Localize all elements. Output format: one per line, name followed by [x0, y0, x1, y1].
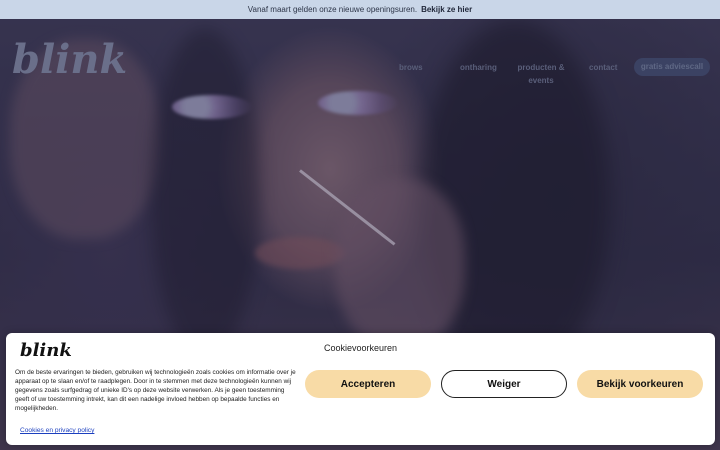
privacy-policy-link[interactable]: Cookies en privacy policy [20, 427, 94, 434]
cookie-title: Cookievoorkeuren [323, 343, 398, 353]
nav-item-producten-events[interactable]: producten & events [516, 61, 566, 87]
nav-item-brows[interactable]: brows [399, 61, 423, 74]
announcement-text: Vanaf maart gelden onze nieuwe openingsu… [247, 5, 418, 14]
cookie-consent-banner: blink Cookievoorkeuren Om de beste ervar… [6, 333, 715, 445]
free-advice-call-button[interactable]: gratis adviescall [634, 58, 710, 76]
deny-cookies-button[interactable]: Weiger [441, 370, 567, 398]
main-nav: brows ontharing producten & events conta… [0, 58, 720, 88]
cookie-description: Om de beste ervaringen te bieden, gebrui… [15, 369, 296, 413]
accept-cookies-button[interactable]: Accepteren [305, 370, 431, 398]
announcement-link[interactable]: Bekijk ze hier [421, 5, 472, 14]
nav-item-contact[interactable]: contact [589, 61, 617, 74]
nav-item-ontharing[interactable]: ontharing [460, 61, 497, 74]
view-preferences-button[interactable]: Bekijk voorkeuren [577, 370, 703, 398]
announcement-bar: Vanaf maart gelden onze nieuwe openingsu… [0, 0, 720, 19]
